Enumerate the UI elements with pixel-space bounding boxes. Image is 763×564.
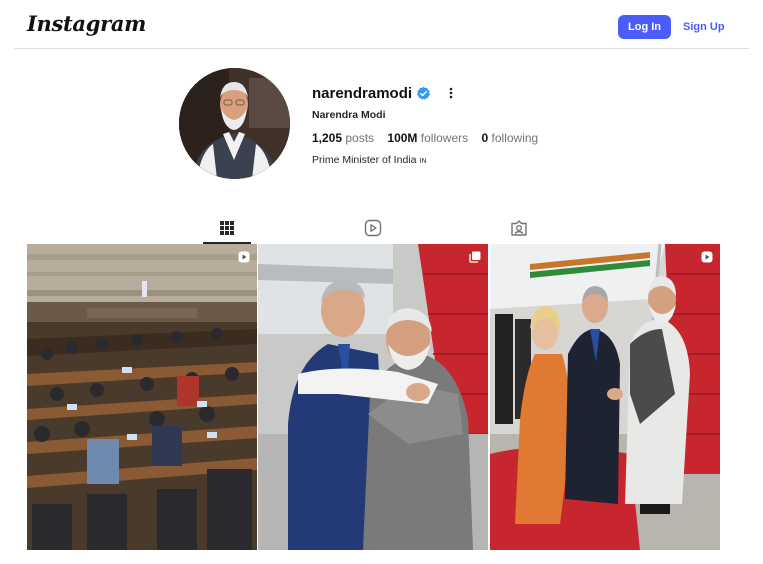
tab-reels[interactable]: [363, 218, 383, 238]
tab-tagged[interactable]: [509, 218, 529, 238]
profile-avatar[interactable]: [179, 68, 290, 179]
post-image: [258, 244, 488, 550]
following-count: 0: [481, 131, 489, 145]
more-options-icon[interactable]: [446, 86, 456, 100]
login-button[interactable]: Log In: [618, 15, 671, 39]
reel-icon: [238, 251, 250, 263]
post-thumbnail[interactable]: [27, 244, 257, 550]
post-image: [490, 244, 720, 550]
reel-icon: [701, 251, 713, 263]
followers-stat[interactable]: 100M followers: [387, 131, 471, 145]
post-thumbnail[interactable]: [258, 244, 488, 550]
bio-flag: IN: [419, 158, 427, 165]
tab-posts[interactable]: [217, 218, 237, 238]
carousel-icon: [469, 251, 481, 263]
tagged-icon: [511, 220, 527, 236]
top-header: Instagram Log In Sign Up: [0, 0, 763, 48]
profile-stats: 1,205 posts 100M followers 0 following: [312, 131, 548, 145]
signup-link[interactable]: Sign Up: [683, 21, 725, 33]
grid-icon: [220, 221, 234, 235]
followers-label: followers: [420, 131, 469, 145]
profile-bio: Prime Minister of India IN: [312, 154, 427, 166]
post-image: [27, 244, 257, 550]
profile-full-name: Narendra Modi: [312, 109, 386, 121]
bio-text: Prime Minister of India: [312, 154, 417, 166]
post-thumbnail[interactable]: [490, 244, 720, 550]
profile-username: narendramodi: [312, 85, 413, 102]
reels-icon: [364, 219, 382, 237]
posts-stat: 1,205 posts: [312, 131, 377, 145]
instagram-logo[interactable]: Instagram: [27, 11, 146, 36]
posts-count: 1,205: [312, 131, 343, 145]
followers-count: 100M: [387, 131, 418, 145]
following-label: following: [491, 131, 539, 145]
following-stat[interactable]: 0 following: [481, 131, 538, 145]
header-divider: [14, 48, 749, 49]
posts-label: posts: [345, 131, 375, 145]
verified-badge-icon: [416, 86, 431, 100]
